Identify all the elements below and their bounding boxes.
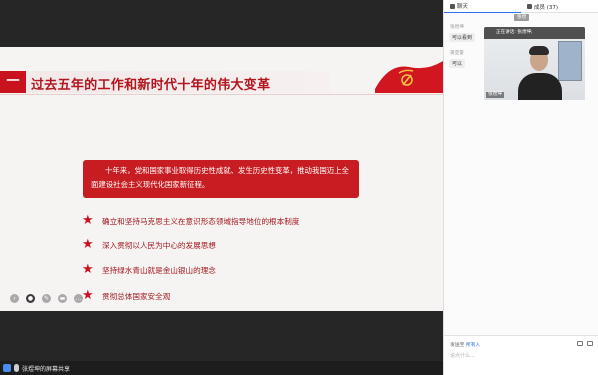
- mic-icon[interactable]: [14, 364, 19, 372]
- pen-icon[interactable]: ✎: [42, 294, 51, 303]
- more-icon[interactable]: …: [74, 294, 83, 303]
- message-bubble: 可以看到: [449, 33, 476, 42]
- slide-section-number: 一: [0, 71, 26, 93]
- tab-chat-label: 聊天: [457, 4, 469, 10]
- highlighter-icon[interactable]: ▬: [58, 294, 67, 303]
- message-bubble: 可以: [449, 59, 466, 68]
- back-icon[interactable]: ‹: [10, 294, 19, 303]
- video-window: [558, 41, 582, 81]
- slide-point-text: 确立和坚持马克思主义在意识形态领域指导地位的根本制度: [102, 216, 300, 226]
- slide-point: ★ 贯彻总体国家安全观: [82, 289, 170, 303]
- slide-point-text: 深入贯彻以人民为中心的发展思想: [102, 240, 216, 250]
- send-to-selector[interactable]: 发送至 所有人: [450, 341, 480, 348]
- panel-tabs: 聊天 成员 (37): [444, 0, 598, 13]
- send-to-label: 发送至: [450, 343, 465, 348]
- person-body: [518, 73, 562, 100]
- side-panel: 聊天 成员 (37) 张煜 张煜坤 可以看到 黄亚雷 可以 正在讲话: 张煜坤;…: [443, 0, 598, 375]
- star-icon: ★: [82, 237, 94, 252]
- members-icon: [527, 4, 532, 9]
- video-name-tag: 张煜坤: [486, 92, 504, 98]
- tab-members-label: 成员 (37): [534, 4, 559, 11]
- slide-point: ★ 坚持绿水青山就是金山银山的理念: [82, 263, 216, 277]
- tab-chat[interactable]: 聊天: [444, 0, 521, 13]
- person-hair: [529, 46, 549, 55]
- user-icon: [3, 364, 11, 372]
- slide-callout: 十年来，党和国家事业取得历史性成就、发生历史性变革，推动我国迈上全面建设社会主义…: [83, 160, 359, 198]
- chat-icon: [450, 3, 455, 9]
- share-label: 张煜坤的屏幕共享: [22, 365, 71, 373]
- tab-members[interactable]: 成员 (37): [521, 0, 598, 13]
- pointer-icon[interactable]: ●: [26, 294, 35, 303]
- chat-tools: [577, 341, 593, 346]
- meeting-screen: 一 过去五年的工作和新时代十年的伟大变革 十年来，党和国家事业取得历史性成就、发…: [0, 0, 598, 375]
- speaking-indicator: 正在讲话: 张煜坤;: [484, 27, 585, 39]
- screenshot-icon[interactable]: [587, 341, 593, 346]
- video-tile[interactable]: 正在讲话: 张煜坤; 张煜坤: [484, 27, 585, 100]
- slide-point: ★ 深入贯彻以人民为中心的发展思想: [82, 238, 216, 252]
- star-icon: ★: [82, 213, 94, 228]
- presentation-slide: 一 过去五年的工作和新时代十年的伟大变革 十年来，党和国家事业取得历史性成就、发…: [0, 47, 443, 311]
- slide-point-text: 坚持绿水青山就是金山银山的理念: [102, 265, 216, 275]
- star-icon: ★: [82, 288, 94, 303]
- chat-input-area: 发送至 所有人 说点什么...: [444, 335, 598, 375]
- name-badge: 张煜: [514, 14, 530, 21]
- send-to-target[interactable]: 所有人: [466, 343, 480, 348]
- title-divider: [0, 94, 443, 95]
- star-icon: ★: [82, 262, 94, 277]
- message-sender: 张煜坤: [450, 25, 464, 30]
- share-status-bar: 张煜坤的屏幕共享: [0, 361, 443, 375]
- folder-icon[interactable]: [577, 341, 583, 346]
- slide-point: ★ 确立和坚持马克思主义在意识形态领域指导地位的根本制度: [82, 214, 299, 228]
- slide-title: 过去五年的工作和新时代十年的伟大变革: [31, 78, 271, 93]
- screen-share-area: 一 过去五年的工作和新时代十年的伟大变革 十年来，党和国家事业取得历史性成就、发…: [0, 0, 443, 375]
- slide-point-text: 贯彻总体国家安全观: [102, 291, 171, 301]
- message-sender: 黄亚雷: [450, 51, 464, 56]
- slide-toolbar: ‹ ● ✎ ▬ …: [10, 294, 83, 303]
- chat-input[interactable]: 说点什么...: [450, 352, 475, 359]
- party-flag-icon: [375, 61, 443, 93]
